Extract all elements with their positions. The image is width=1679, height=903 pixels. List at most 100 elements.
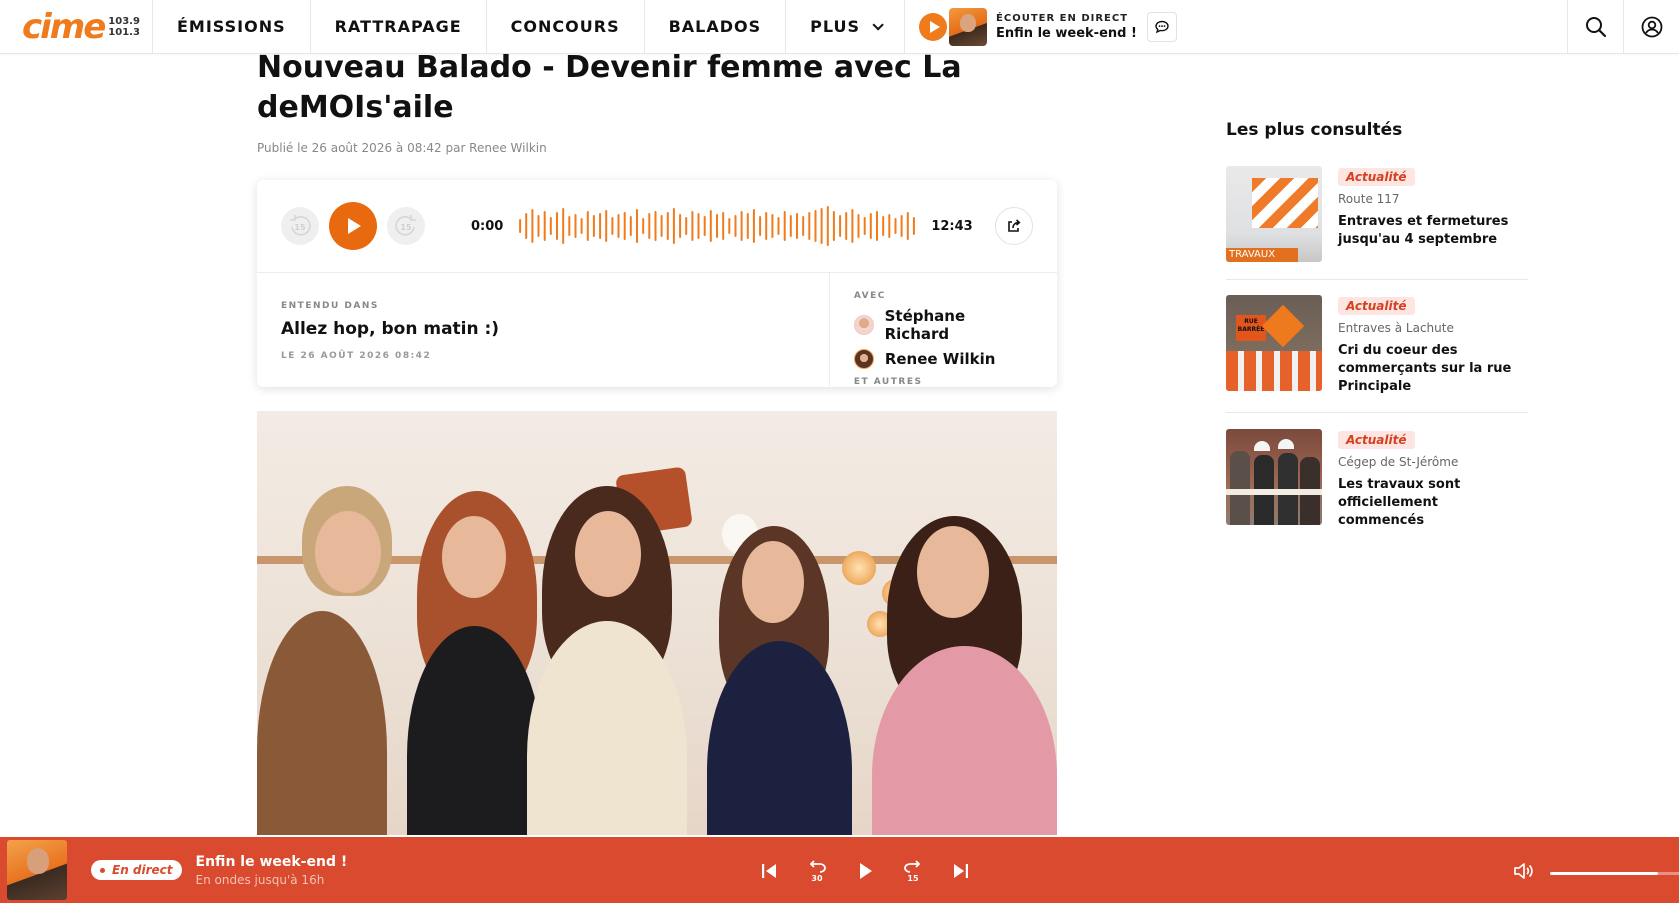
header-actions [1567, 0, 1679, 53]
thumb-sign: RUE BARRÉE [1236, 315, 1266, 341]
rewind-icon[interactable]: 30 [793, 857, 841, 885]
play-icon[interactable] [919, 12, 948, 41]
podcast-player: 15 15 0:00 12:43 ENTENDU DANS Allez hop,… [257, 180, 1057, 387]
waveform-bar [580, 218, 583, 234]
next-icon[interactable] [937, 857, 985, 885]
category-tag[interactable]: Actualité [1338, 168, 1415, 186]
waveform-bar [519, 219, 522, 233]
chevron-down-icon [872, 18, 884, 31]
waveform-bar [765, 212, 768, 240]
divider [1226, 412, 1528, 413]
waveform-bar [753, 209, 756, 243]
now-playing-show: Enfin le week-end ! [195, 853, 348, 870]
current-time: 0:00 [471, 218, 504, 234]
photo-face [575, 511, 641, 597]
waveform-bar [808, 212, 811, 240]
waveform-bar [599, 213, 602, 239]
volume-icon[interactable] [1512, 860, 1534, 886]
nav-item-rattrapage[interactable]: RATTRAPAGE [311, 0, 487, 53]
waveform-bar [759, 216, 762, 236]
forward-icon[interactable]: 15 [889, 857, 937, 885]
host-name: Stéphane Richard [884, 307, 966, 343]
nav-label: CONCOURS [510, 17, 620, 36]
now-playing: Enfin le week-end ! En ondes jusqu'à 16h [196, 854, 348, 887]
volume-level [1550, 872, 1658, 875]
waveform-bar [777, 217, 780, 235]
card-subtitle: Route 117 [1338, 192, 1400, 206]
waveform-bar [722, 212, 725, 240]
photo-lamp [842, 551, 876, 585]
volume-slider[interactable] [1550, 872, 1679, 875]
card-headline[interactable]: Les travaux sont officiellement commencé… [1338, 476, 1528, 530]
play-icon[interactable] [841, 857, 889, 885]
article-title: Nouveau Balado - Devenir femme avec La d… [257, 50, 962, 125]
waveform-bar [617, 214, 620, 238]
waveform-bar [740, 211, 743, 241]
live-badge: En direct [91, 860, 182, 880]
waveform-bar [587, 211, 590, 241]
nav-item-balados[interactable]: BALADOS [645, 0, 787, 53]
waveform-bar [673, 208, 676, 244]
thumb-banner: TRAVAUX [1226, 248, 1298, 262]
live-dot [100, 867, 105, 873]
previous-icon[interactable] [745, 857, 793, 885]
nav-label: BALADOS [668, 17, 762, 36]
user-icon[interactable] [1623, 0, 1679, 53]
most-viewed-item[interactable]: TRAVAUX Actualité Route 117 Entraves et … [1226, 166, 1528, 262]
skip-back-button[interactable]: 15 [281, 207, 319, 245]
waveform-bar [716, 214, 719, 238]
heard-date: LE 26 AOÛT 2026 08:42 [281, 351, 432, 361]
thumb-barrier [1252, 178, 1318, 228]
nav-item-emissions[interactable]: ÉMISSIONS [153, 0, 311, 53]
play-button[interactable] [329, 202, 377, 250]
thumb-barrels [1226, 351, 1322, 391]
nav-item-plus[interactable]: PLUS [786, 0, 906, 53]
skip-forward-button[interactable]: 15 [387, 207, 425, 245]
waveform-bar [630, 216, 633, 236]
waveform-bar [870, 213, 873, 239]
logo-freq-1: 103.9 [108, 15, 140, 27]
category-tag[interactable]: Actualité [1338, 297, 1415, 315]
rewind-label: 30 [811, 874, 823, 883]
heard-in[interactable]: ENTENDU DANS Allez hop, bon matin :) LE … [257, 273, 830, 386]
waveform-bar [771, 214, 774, 238]
host-renee-wilkin[interactable]: Renee Wilkin [853, 349, 1033, 369]
waveform-bar [833, 211, 836, 241]
waveform-bar [667, 212, 670, 240]
most-viewed-item[interactable]: Actualité Cégep de St-Jérôme Les travaux… [1226, 429, 1528, 530]
thumb-person [1230, 451, 1250, 525]
article-thumbnail[interactable]: RUE BARRÉE [1226, 295, 1322, 391]
audio-waveform[interactable] [517, 205, 917, 247]
thumb-caption: TRAVAUX [1229, 249, 1276, 260]
photo-face [442, 516, 506, 598]
nav-item-concours[interactable]: CONCOURS [487, 0, 645, 53]
skip-back-label: 15 [294, 223, 306, 232]
live-listen[interactable]: ÉCOUTER EN DIRECT Enfin le week-end ! [905, 0, 1177, 53]
and-others: ET AUTRES [853, 377, 923, 387]
waveform-bar [611, 217, 614, 235]
share-icon[interactable] [995, 207, 1033, 245]
search-icon[interactable] [1567, 0, 1623, 53]
logo[interactable]: cime 103.9 101.3 [0, 0, 153, 53]
card-headline[interactable]: Cri du coeur des commerçants sur la rue … [1338, 342, 1528, 396]
waveform-bar [550, 217, 553, 235]
waveform-bar [537, 215, 540, 237]
host-stephane-richard[interactable]: Stéphane Richard [853, 307, 1033, 343]
host-name: Renee Wilkin [884, 350, 996, 368]
waveform-bar [747, 213, 750, 239]
chat-icon[interactable] [1146, 11, 1177, 42]
heard-show-name[interactable]: Allez hop, bon matin :) [281, 319, 805, 339]
hosts-block: AVEC Stéphane Richard Renee Wilkin ET AU… [830, 273, 1057, 387]
waveform-bar [648, 213, 651, 239]
article-thumbnail[interactable]: TRAVAUX [1226, 166, 1322, 262]
most-viewed-item[interactable]: RUE BARRÉE Actualité Entraves à Lachute … [1226, 295, 1528, 396]
waveform-bar [710, 210, 713, 242]
waveform-bar [784, 211, 787, 241]
article-thumbnail[interactable] [1226, 429, 1322, 525]
category-tag[interactable]: Actualité [1338, 431, 1415, 449]
card-headline[interactable]: Entraves et fermetures jusqu'au 4 septem… [1338, 213, 1528, 249]
waveform-bar [562, 208, 565, 244]
waveform-bar [894, 218, 897, 234]
now-playing-sub: En ondes jusqu'à 16h [195, 872, 325, 887]
card-subtitle: Cégep de St-Jérôme [1338, 455, 1459, 469]
